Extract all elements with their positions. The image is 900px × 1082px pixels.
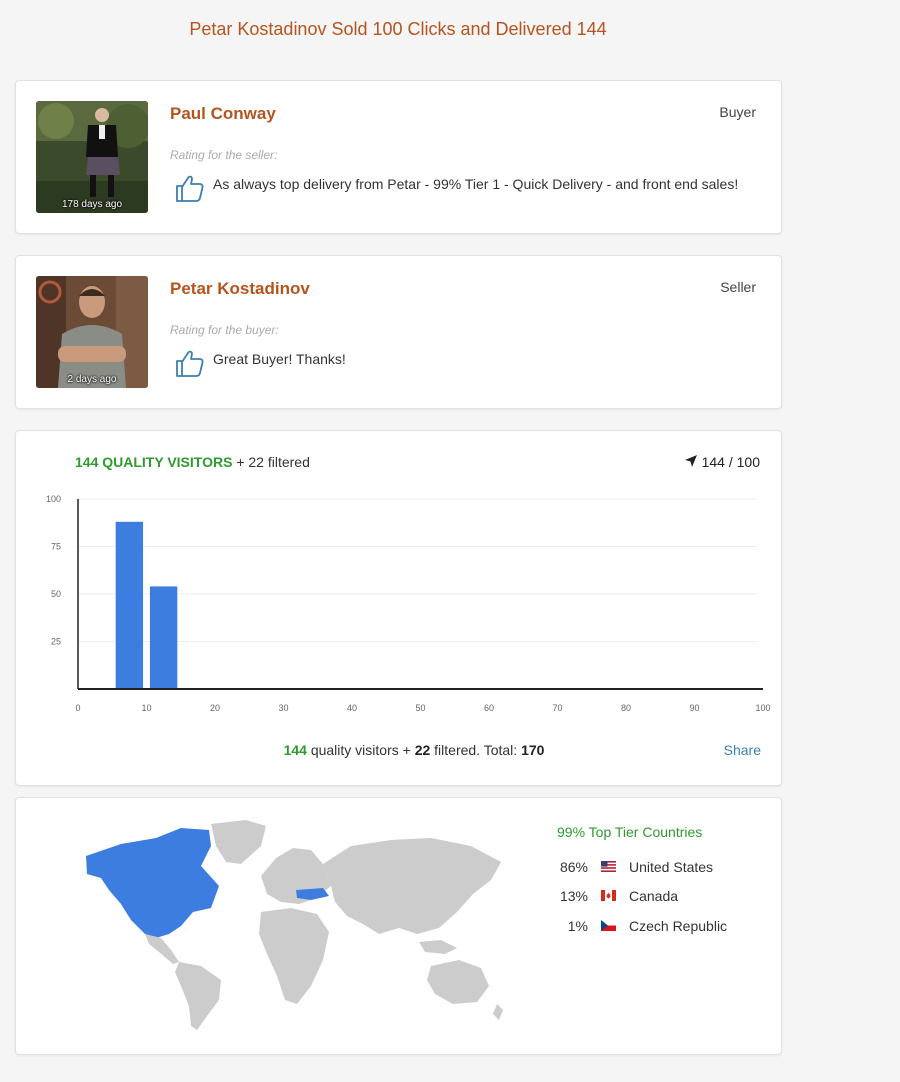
x-tick-label: 0	[75, 703, 80, 713]
top-tier-title: 99% Top Tier Countries	[557, 824, 703, 840]
histogram-bar	[115, 521, 144, 689]
y-tick-label: 75	[51, 542, 61, 552]
world-map[interactable]	[61, 816, 511, 1038]
map-central-america	[145, 934, 179, 964]
y-tick-label: 50	[51, 589, 61, 599]
canada-flag-icon	[601, 890, 616, 901]
x-tick-label: 40	[347, 703, 357, 713]
thumbs-up-icon	[176, 175, 204, 202]
histogram-bar	[149, 586, 178, 689]
country-percent: 1%	[567, 918, 588, 934]
summary-filtered-text: filtered. Total:	[434, 742, 518, 758]
buyer-review-card: 178 days ago Paul Conway Buyer Rating fo…	[15, 80, 782, 234]
y-tick-label: 100	[46, 494, 61, 504]
country-name: Czech Republic	[629, 918, 728, 934]
map-africa	[259, 908, 329, 1004]
map-czech-republic	[296, 888, 329, 900]
countries-card: 99% Top Tier Countries 86% United States…	[15, 797, 782, 1055]
share-link[interactable]: Share	[724, 742, 761, 758]
country-name: United States	[629, 859, 714, 875]
x-tick-label: 50	[415, 703, 425, 713]
review-age: 178 days ago	[61, 199, 123, 210]
reviewer-name[interactable]: Paul Conway	[170, 104, 276, 124]
visitors-summary: 144 quality visitors + 22 filtered. Tota…	[16, 742, 812, 758]
visitors-histogram: 25 50 75 100 0 10 20 30 40 50 60 70 80 90 100	[46, 494, 771, 713]
summary-quality-count: 144	[283, 742, 307, 758]
reviewer-avatar[interactable]: 178 days ago	[36, 101, 148, 213]
map-new-zealand	[493, 1004, 503, 1020]
reviewer-role: Seller	[720, 279, 756, 295]
country-percent: 86%	[559, 859, 588, 875]
rating-label: Rating for the buyer:	[170, 323, 279, 337]
country-percent: 13%	[559, 888, 588, 904]
review-text: Great Buyer! Thanks!	[213, 351, 346, 367]
map-australia	[427, 960, 489, 1004]
country-name: Canada	[629, 888, 679, 904]
map-southeast-asia	[419, 940, 457, 954]
x-tick-label: 30	[278, 703, 288, 713]
map-asia	[323, 838, 501, 934]
x-tick-label: 100	[755, 703, 770, 713]
map-greenland	[211, 820, 266, 864]
map-north-america	[86, 828, 219, 938]
us-flag-icon	[601, 861, 616, 872]
review-text: As always top delivery from Petar - 99% …	[213, 176, 739, 192]
reviewer-name[interactable]: Petar Kostadinov	[170, 279, 310, 299]
x-tick-label: 20	[210, 703, 220, 713]
thumbs-up-icon	[176, 350, 204, 377]
map-south-america	[175, 962, 221, 1030]
reviewer-role: Buyer	[719, 104, 756, 120]
x-tick-label: 60	[484, 703, 494, 713]
review-age: 2 days ago	[67, 374, 117, 385]
summary-total: 170	[521, 742, 545, 758]
visitors-chart-card: 144 QUALITY VISITORS + 22 filtered 144 /…	[15, 430, 782, 786]
page-title: Petar Kostadinov Sold 100 Clicks and Del…	[189, 19, 607, 39]
y-tick-label: 25	[51, 637, 61, 647]
rating-label: Rating for the seller:	[170, 148, 278, 162]
reviewer-avatar[interactable]: 2 days ago	[36, 276, 148, 388]
seller-review-card: 2 days ago Petar Kostadinov Seller Ratin…	[15, 255, 782, 409]
x-tick-label: 90	[689, 703, 699, 713]
x-tick-label: 70	[552, 703, 562, 713]
x-tick-label: 10	[141, 703, 151, 713]
summary-filtered-count: 22	[414, 742, 431, 758]
czech-flag-icon	[601, 920, 616, 931]
summary-quality-text: quality visitors +	[310, 742, 411, 758]
x-tick-label: 80	[621, 703, 631, 713]
